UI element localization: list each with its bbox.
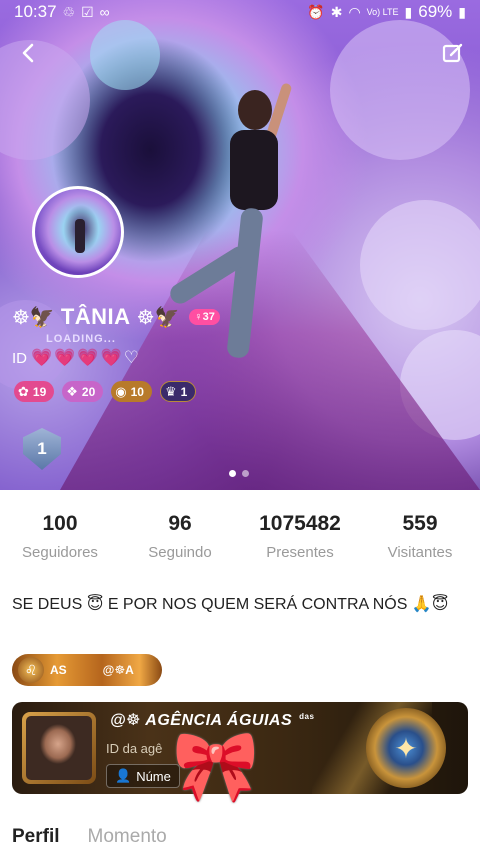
network-label: Vo) LTE bbox=[366, 7, 399, 17]
battery-icon: ▮ bbox=[458, 3, 466, 20]
profile-name: TÂNIA bbox=[60, 304, 131, 329]
carousel-indicator bbox=[229, 470, 249, 477]
heart-icon: 💗 bbox=[54, 348, 76, 367]
rank-badge[interactable]: 1 bbox=[18, 426, 66, 472]
stat-label: Seguindo bbox=[148, 544, 212, 561]
stat-gifts[interactable]: 1075482 Presentes bbox=[240, 512, 360, 561]
user-id-row[interactable]: ID 💗 💗 💗 💗 ♡ bbox=[12, 349, 139, 367]
bow-icon: 🎀 bbox=[172, 727, 260, 805]
level-badges: ✿ 19 ❖ 20 ◉ 10 ♛ 1 bbox=[14, 381, 197, 402]
family-badge-text: AS bbox=[50, 663, 67, 677]
agency-avatar bbox=[22, 712, 96, 784]
name-decoration-left: ☸🦅 bbox=[12, 306, 55, 329]
level-value: 19 bbox=[32, 384, 47, 399]
level-value: 1 bbox=[180, 384, 188, 399]
eagle-emblem-icon: ✦ bbox=[366, 708, 446, 788]
stat-following[interactable]: 96 Seguindo bbox=[120, 512, 240, 561]
edit-profile-button[interactable] bbox=[436, 36, 470, 70]
stat-visitors[interactable]: 559 Visitantes bbox=[360, 512, 480, 561]
back-button[interactable] bbox=[12, 36, 46, 70]
gem-icon: ❖ bbox=[66, 383, 78, 399]
carousel-dot[interactable] bbox=[242, 470, 249, 477]
check-box-icon: ☑ bbox=[81, 3, 94, 20]
battery-percent: 69% bbox=[418, 2, 453, 21]
star-icon: ✿ bbox=[18, 383, 29, 399]
people-icon: 👤 bbox=[115, 768, 132, 783]
crown-icon: ♛ bbox=[164, 383, 177, 399]
bluetooth-icon: ✱ bbox=[330, 3, 343, 20]
alarm-icon: ⏰ bbox=[307, 3, 325, 20]
level-value: 20 bbox=[81, 384, 96, 399]
level-badge-star[interactable]: ✿ 19 bbox=[14, 381, 55, 402]
agency-subtitle: das bbox=[299, 711, 315, 721]
heart-outline-icon: ♡ bbox=[123, 348, 139, 367]
profile-tabs: Perfil Momento bbox=[12, 826, 167, 848]
profile-stats: 100 Seguidores 96 Seguindo 1075482 Prese… bbox=[0, 512, 480, 561]
status-bar: 10:37 ♲ ☑ ∞ ⏰ ✱ ◠ Vo) LTE ▮ 69% ▮ bbox=[0, 0, 480, 24]
wifi-icon: ◠ bbox=[348, 3, 361, 20]
level-badge-medal[interactable]: ◉ 10 bbox=[111, 381, 152, 402]
tab-perfil[interactable]: Perfil bbox=[12, 826, 60, 848]
sync-icon: ♲ bbox=[62, 3, 76, 20]
level-badge-gem[interactable]: ❖ 20 bbox=[62, 381, 104, 402]
family-badge-text-2: @☸A bbox=[102, 663, 134, 677]
family-badge[interactable]: ♌ AS @☸A bbox=[12, 654, 162, 686]
voicemail-icon: ∞ bbox=[99, 4, 110, 20]
heart-icon: 💗 bbox=[31, 348, 53, 367]
balloon-decoration bbox=[360, 200, 480, 330]
id-label: ID bbox=[12, 349, 27, 367]
level-value: 10 bbox=[130, 384, 144, 399]
stat-label: Visitantes bbox=[387, 544, 453, 561]
heart-icon: 💗 bbox=[77, 348, 99, 367]
level-badge-crown[interactable]: ♛ 1 bbox=[159, 381, 197, 402]
lion-icon: ♌ bbox=[18, 657, 44, 683]
balloon-decoration bbox=[90, 20, 160, 90]
stat-value: 559 bbox=[402, 512, 438, 535]
shield-icon: 1 bbox=[23, 428, 61, 470]
edit-icon bbox=[442, 43, 463, 63]
stat-value: 96 bbox=[168, 512, 192, 535]
profile-name-row: ☸🦅 TÂNIA ☸🦅 ♀37 bbox=[12, 304, 220, 330]
gender-age-badge: ♀37 bbox=[189, 309, 220, 325]
signal-icon: ▮ bbox=[404, 3, 413, 20]
medal-icon: ◉ bbox=[115, 383, 127, 399]
tab-momento[interactable]: Momento bbox=[88, 826, 167, 848]
cover-photo-person bbox=[166, 82, 310, 390]
profile-bio: SE DEUS 😇 E POR NOS QUEM SERÁ CONTRA NÓS… bbox=[12, 596, 449, 613]
heart-icon: 💗 bbox=[100, 348, 122, 367]
clock: 10:37 bbox=[14, 2, 57, 21]
stat-followers[interactable]: 100 Seguidores bbox=[0, 512, 120, 561]
stat-label: Presentes bbox=[266, 544, 334, 561]
stat-label: Seguidores bbox=[22, 544, 98, 561]
avatar[interactable] bbox=[32, 186, 124, 278]
rank-number: 1 bbox=[37, 439, 47, 458]
carousel-dot-active[interactable] bbox=[229, 470, 236, 477]
stat-value: 100 bbox=[42, 512, 78, 535]
agency-id: ID da agê bbox=[106, 741, 163, 756]
name-decoration-right: ☸🦅 bbox=[136, 306, 180, 329]
stat-value: 1075482 bbox=[259, 512, 341, 535]
avatar-person bbox=[75, 219, 85, 253]
chevron-left-icon bbox=[22, 43, 34, 63]
profile-cover[interactable]: 10:37 ♲ ☑ ∞ ⏰ ✱ ◠ Vo) LTE ▮ 69% ▮ ☸🦅 TÂN… bbox=[0, 0, 480, 490]
loading-text: LOADING... bbox=[46, 333, 116, 345]
